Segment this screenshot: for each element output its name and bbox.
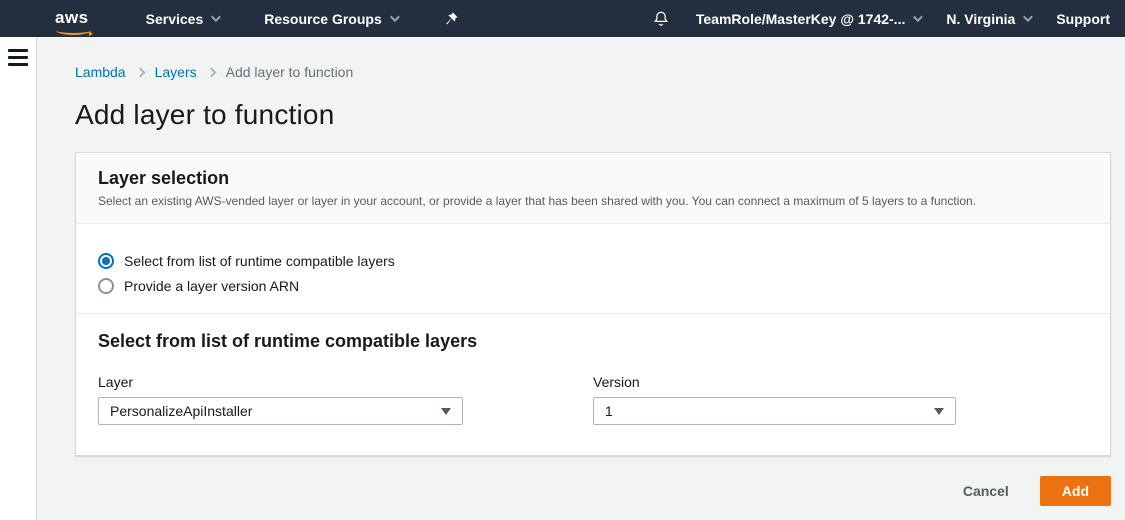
radio-option-layer-version-arn[interactable]: Provide a layer version ARN xyxy=(98,278,1088,294)
version-field-label: Version xyxy=(593,374,1088,390)
chevron-right-icon xyxy=(206,67,216,77)
version-select[interactable]: 1 xyxy=(593,397,956,425)
nav-services-label: Services xyxy=(146,11,204,27)
section-title: Select from list of runtime compatible l… xyxy=(98,331,1088,352)
top-navigation-bar: aws Services Resource Groups TeamRole/Ma… xyxy=(0,0,1125,37)
radio-option-runtime-compatible[interactable]: Select from list of runtime compatible l… xyxy=(98,253,1088,269)
form-actions: Cancel Add xyxy=(75,476,1111,506)
nav-region-label: N. Virginia xyxy=(946,11,1015,27)
chevron-down-icon xyxy=(1023,12,1033,22)
layer-select[interactable]: PersonalizeApiInstaller xyxy=(98,397,463,425)
nav-region-menu[interactable]: N. Virginia xyxy=(946,11,1030,27)
aws-logo-text: aws xyxy=(55,8,89,27)
breadcrumb-link-layers[interactable]: Layers xyxy=(155,64,197,80)
card-title: Layer selection xyxy=(98,168,1088,189)
chevron-down-icon xyxy=(390,12,400,22)
page-title: Add layer to function xyxy=(75,99,1111,131)
nav-account-menu[interactable]: TeamRole/MasterKey @ 1742-... xyxy=(696,11,920,27)
bell-icon xyxy=(652,10,670,28)
chevron-right-icon xyxy=(135,67,145,77)
nav-resource-groups-menu[interactable]: Resource Groups xyxy=(264,11,396,27)
aws-logo[interactable]: aws xyxy=(55,9,89,28)
pushpin-button[interactable] xyxy=(443,11,459,27)
nav-resource-groups-label: Resource Groups xyxy=(264,11,381,27)
nav-support-menu[interactable]: Support xyxy=(1056,11,1110,27)
form-fields-row: Layer PersonalizeApiInstaller Version 1 xyxy=(98,374,1088,425)
notifications-button[interactable] xyxy=(652,10,670,28)
radio-dot xyxy=(102,257,110,265)
nav-account-label: TeamRole/MasterKey @ 1742-... xyxy=(696,11,905,27)
chevron-down-icon xyxy=(913,12,923,22)
radio-button[interactable] xyxy=(98,278,114,294)
hamburger-icon xyxy=(8,63,28,66)
nav-right-group: TeamRole/MasterKey @ 1742-... N. Virgini… xyxy=(652,10,1110,28)
radio-label: Provide a layer version ARN xyxy=(124,278,299,294)
breadcrumb-link-lambda[interactable]: Lambda xyxy=(75,64,126,80)
layer-selection-card: Layer selection Select an existing AWS-v… xyxy=(75,152,1111,456)
card-header: Layer selection Select an existing AWS-v… xyxy=(76,153,1110,224)
hamburger-menu-button[interactable] xyxy=(8,49,28,66)
nav-support-label: Support xyxy=(1056,11,1110,27)
page-shell: Lambda Layers Add layer to function Add … xyxy=(0,37,1125,520)
radio-label: Select from list of runtime compatible l… xyxy=(124,253,395,269)
dropdown-arrow-icon xyxy=(934,408,944,415)
hamburger-icon xyxy=(8,49,28,52)
version-field: Version 1 xyxy=(593,374,1088,425)
chevron-down-icon xyxy=(211,12,221,22)
breadcrumb: Lambda Layers Add layer to function xyxy=(75,64,1111,80)
main-content: Lambda Layers Add layer to function Add … xyxy=(37,37,1125,520)
pushpin-icon xyxy=(443,11,459,27)
cancel-button[interactable]: Cancel xyxy=(963,483,1009,499)
card-body: Select from list of runtime compatible l… xyxy=(76,224,1110,455)
radio-button[interactable] xyxy=(98,253,114,269)
divider xyxy=(76,313,1110,314)
nav-left-group: aws Services Resource Groups xyxy=(55,9,459,28)
left-sidebar xyxy=(0,37,37,520)
breadcrumb-current: Add layer to function xyxy=(226,64,354,80)
layer-field: Layer PersonalizeApiInstaller xyxy=(98,374,593,425)
dropdown-arrow-icon xyxy=(441,408,451,415)
add-button[interactable]: Add xyxy=(1040,476,1111,506)
aws-smile-icon xyxy=(56,26,91,35)
layer-field-label: Layer xyxy=(98,374,593,390)
layer-select-value: PersonalizeApiInstaller xyxy=(110,403,252,419)
nav-services-menu[interactable]: Services xyxy=(146,11,219,27)
hamburger-icon xyxy=(8,56,28,59)
card-description: Select an existing AWS-vended layer or l… xyxy=(98,194,1088,208)
version-select-value: 1 xyxy=(605,403,613,419)
